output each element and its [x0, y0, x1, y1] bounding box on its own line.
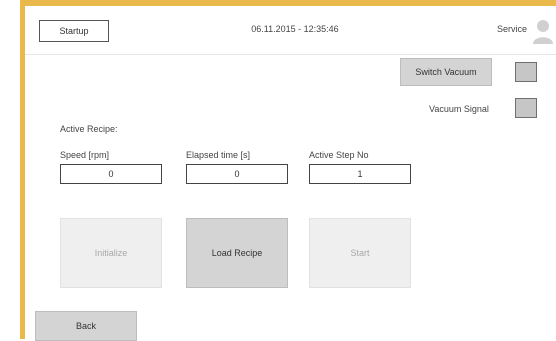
- start-button[interactable]: Start: [309, 218, 411, 288]
- elapsed-time-field: 0: [186, 164, 288, 184]
- back-button[interactable]: Back: [35, 311, 137, 341]
- user-icon[interactable]: [532, 18, 554, 44]
- hmi-screen: Startup 06.11.2015 - 12:35:46 Service Sw…: [25, 6, 556, 341]
- header-bar: Startup 06.11.2015 - 12:35:46 Service: [25, 6, 556, 55]
- active-step-field: 1: [309, 164, 411, 184]
- datetime-display: 06.11.2015 - 12:35:46: [251, 24, 339, 34]
- vacuum-signal-indicator: [515, 98, 537, 118]
- load-recipe-button[interactable]: Load Recipe: [186, 218, 288, 288]
- speed-label: Speed [rpm]: [60, 150, 110, 160]
- active-step-label: Active Step No: [309, 150, 369, 160]
- service-user-label[interactable]: Service: [497, 24, 527, 34]
- active-recipe-label: Active Recipe:: [60, 124, 118, 134]
- switch-vacuum-button[interactable]: Switch Vacuum: [400, 58, 492, 86]
- vacuum-signal-label: Vacuum Signal: [429, 104, 489, 114]
- initialize-button[interactable]: Initialize: [60, 218, 162, 288]
- elapsed-time-label: Elapsed time [s]: [186, 150, 251, 160]
- vacuum-switch-indicator: [515, 62, 537, 82]
- startup-button[interactable]: Startup: [39, 20, 109, 42]
- speed-field: 0: [60, 164, 162, 184]
